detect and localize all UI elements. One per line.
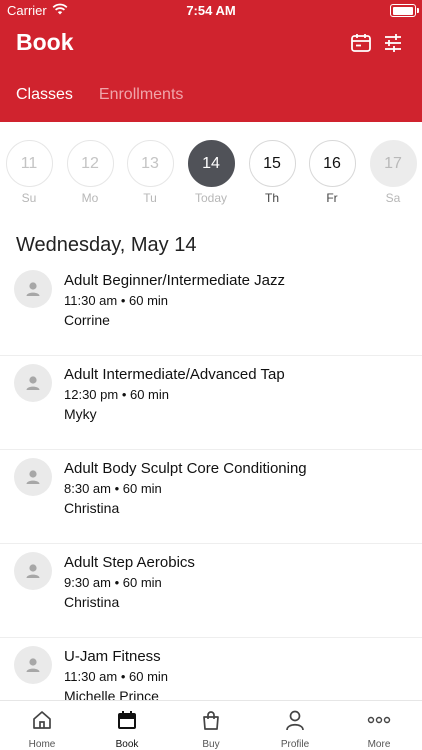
shopping-bag-icon <box>203 711 219 730</box>
clock: 7:54 AM <box>186 3 236 18</box>
person-icon <box>286 710 304 731</box>
calendar-icon <box>118 711 136 729</box>
day-label: Sa <box>385 191 401 205</box>
class-time-duration: 11:30 am • 60 min <box>64 669 169 684</box>
class-instructor: Christina <box>64 500 120 516</box>
day-label: Su <box>21 191 37 205</box>
tab-bar-profile[interactable]: Profile <box>265 707 325 750</box>
tab-bar-label: More <box>367 739 391 750</box>
day-11[interactable]: 11 Su <box>4 140 54 205</box>
tab-enrollments[interactable]: Enrollments <box>99 86 183 104</box>
tab-classes[interactable]: Classes <box>16 86 73 104</box>
class-row[interactable]: Adult Body Sculpt Core Conditioning 8:30… <box>0 450 422 544</box>
day-13[interactable]: 13 Tu <box>125 140 175 205</box>
class-name: Adult Intermediate/Advanced Tap <box>64 366 285 383</box>
person-icon <box>26 564 40 578</box>
tab-bar-label: Book <box>115 739 139 750</box>
class-time-duration: 9:30 am • 60 min <box>64 575 162 590</box>
avatar <box>14 364 52 402</box>
tab-bar-label: Buy <box>202 739 220 750</box>
avatar <box>14 270 52 308</box>
avatar <box>14 646 52 684</box>
day-17[interactable]: 17 Sa <box>368 140 418 205</box>
class-row[interactable]: Adult Intermediate/Advanced Tap 12:30 pm… <box>0 356 422 450</box>
class-list: Adult Beginner/Intermediate Jazz 11:30 a… <box>0 262 422 732</box>
page-title: Book <box>16 29 74 55</box>
avatar <box>14 552 52 590</box>
day-15[interactable]: 15 Th <box>247 140 297 205</box>
filter-sliders-icon[interactable] <box>382 32 404 54</box>
class-name: U-Jam Fitness <box>64 648 161 665</box>
person-icon <box>26 658 40 672</box>
date-heading: Wednesday, May 14 <box>16 234 197 256</box>
day-label: Fr <box>326 191 338 205</box>
person-icon <box>26 282 40 296</box>
class-row[interactable]: Adult Beginner/Intermediate Jazz 11:30 a… <box>0 262 422 356</box>
day-number: 17 <box>369 140 417 187</box>
tab-bar-label: Home <box>28 739 56 750</box>
day-number: 15 <box>248 140 296 187</box>
class-name: Adult Beginner/Intermediate Jazz <box>64 272 285 289</box>
day-12[interactable]: 12 Mo <box>65 140 115 205</box>
bottom-tab-bar: Home Book Buy Profile More <box>0 700 422 750</box>
class-time-duration: 12:30 pm • 60 min <box>64 387 169 402</box>
class-instructor: Myky <box>64 406 97 422</box>
class-time-duration: 8:30 am • 60 min <box>64 481 162 496</box>
day-14-today[interactable]: 14 Today <box>186 140 236 205</box>
day-label: Mo <box>81 191 99 205</box>
week-day-selector: 11 Su 12 Mo 13 Tu 14 Today 15 Th 16 Fr 1… <box>0 140 422 210</box>
day-label: Today <box>194 191 228 205</box>
person-icon <box>26 376 40 390</box>
avatar <box>14 458 52 496</box>
more-dots-icon <box>367 716 391 724</box>
day-label: Tu <box>143 191 157 205</box>
class-name: Adult Step Aerobics <box>64 554 195 571</box>
day-number: 12 <box>66 140 114 187</box>
day-number: 14 <box>187 140 235 187</box>
day-number: 16 <box>308 140 356 187</box>
class-instructor: Christina <box>64 594 120 610</box>
class-time-duration: 11:30 am • 60 min <box>64 293 169 308</box>
class-row[interactable]: Adult Step Aerobics 9:30 am • 60 min Chr… <box>0 544 422 638</box>
day-16[interactable]: 16 Fr <box>307 140 357 205</box>
tab-bar-more[interactable]: More <box>349 707 409 750</box>
tab-bar-book[interactable]: Book <box>97 707 157 750</box>
battery-icon <box>390 4 419 17</box>
day-number: 11 <box>5 140 53 187</box>
tab-bar-home[interactable]: Home <box>12 707 72 750</box>
header-bar: Carrier 7:54 AM Book Classes Enrollments <box>0 0 422 122</box>
home-icon <box>33 711 51 729</box>
person-icon <box>26 470 40 484</box>
calendar-icon[interactable] <box>350 32 372 54</box>
tab-bar-buy[interactable]: Buy <box>181 707 241 750</box>
class-name: Adult Body Sculpt Core Conditioning <box>64 460 307 477</box>
tab-bar-label: Profile <box>280 739 310 750</box>
status-bar: Carrier 7:54 AM <box>0 0 422 22</box>
class-instructor: Corrine <box>64 312 110 328</box>
day-label: Th <box>264 191 279 205</box>
day-number: 13 <box>126 140 174 187</box>
